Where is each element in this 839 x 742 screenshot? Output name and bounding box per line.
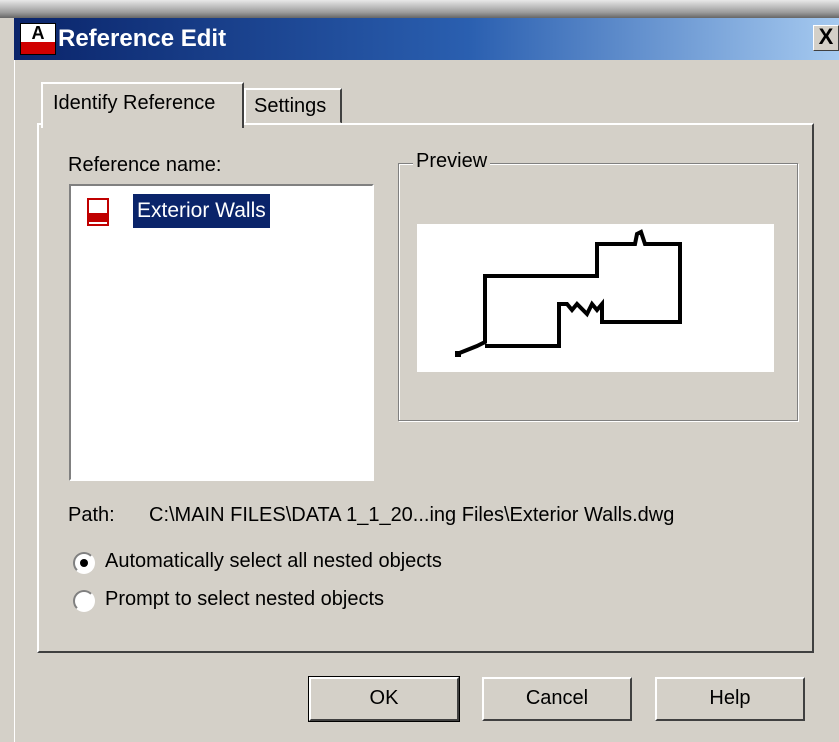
dwg-file-icon [87, 198, 109, 226]
app-icon-letter: A [31, 23, 45, 43]
close-button[interactable]: X [813, 25, 839, 51]
auto-select-radio[interactable] [73, 552, 95, 574]
close-icon: X [818, 24, 834, 49]
cancel-button[interactable]: Cancel [482, 677, 632, 721]
tab-settings[interactable]: Settings [244, 88, 342, 124]
window-title: Reference Edit [58, 25, 227, 52]
prompt-select-label: Prompt to select nested objects [105, 588, 385, 610]
help-button[interactable]: Help [655, 677, 805, 721]
window-top-shadow [0, 0, 839, 18]
ok-button[interactable]: OK [308, 676, 460, 722]
reference-name-list[interactable]: Exterior Walls [69, 184, 374, 481]
title-bar[interactable]: A Reference Edit X [14, 18, 839, 60]
list-item-label: Exterior Walls [133, 194, 270, 228]
path-value: C:\MAIN FILES\DATA 1_1_20...ing Files\Ex… [149, 504, 675, 526]
autocad-app-icon: A [20, 23, 56, 55]
preview-group: Preview [398, 150, 798, 421]
prompt-select-radio[interactable] [73, 590, 95, 612]
walls-drawing [455, 229, 682, 357]
dialog-body: Identify Reference Settings Reference na… [14, 60, 839, 742]
reference-name-label: Reference name: [68, 154, 222, 176]
preview-canvas [417, 224, 774, 372]
tab-identify-reference[interactable]: Identify Reference [41, 82, 244, 128]
auto-select-label: Automatically select all nested objects [105, 550, 442, 572]
preview-label: Preview [413, 150, 491, 173]
path-label: Path: [68, 504, 115, 526]
